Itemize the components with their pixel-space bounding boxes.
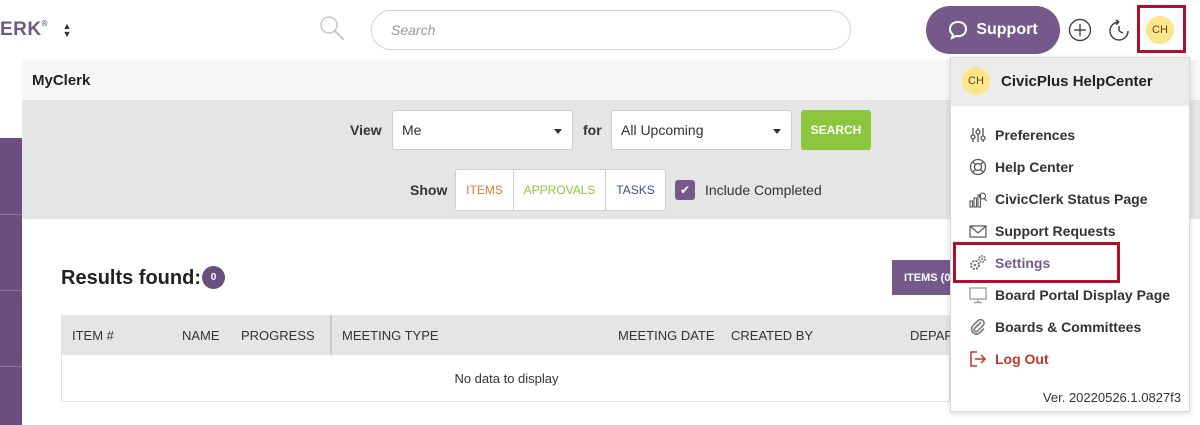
empty-state-text: No data to display	[454, 370, 559, 386]
for-select[interactable]: All Upcoming	[611, 110, 792, 150]
menu-item-log-out[interactable]: Log Out	[951, 345, 1189, 373]
paperclip-icon	[970, 318, 985, 335]
menu-item-boards-committees[interactable]: Boards & Committees	[951, 313, 1189, 341]
envelope-icon	[969, 225, 987, 238]
menu-item-label: Preferences	[995, 127, 1076, 143]
menu-user-header: CH CivicPlus HelpCenter	[951, 58, 1189, 106]
chat-bubble-icon	[949, 20, 968, 40]
settings-highlight-box	[953, 242, 1120, 283]
rail-divider	[0, 290, 22, 291]
menu-item-label: CivicClerk Status Page	[995, 191, 1148, 207]
column-item-number[interactable]: ITEM #	[72, 328, 114, 343]
lifebuoy-icon	[969, 158, 987, 176]
include-completed-label: Include Completed	[705, 182, 822, 198]
monitor-icon	[969, 287, 987, 304]
add-icon[interactable]	[1068, 18, 1092, 42]
for-label: for	[583, 122, 602, 138]
column-resize-handle[interactable]	[330, 315, 332, 355]
history-clock-icon[interactable]	[1106, 18, 1132, 44]
for-select-value: All Upcoming	[621, 122, 704, 138]
menu-item-support-requests[interactable]: Support Requests	[951, 217, 1189, 245]
rail-divider	[0, 214, 22, 215]
menu-item-label: Support Requests	[995, 223, 1116, 239]
view-select[interactable]: Me	[392, 110, 573, 150]
column-created-by[interactable]: CREATED BY	[731, 328, 813, 343]
show-items-toggle[interactable]: ITEMS	[456, 170, 514, 210]
caret-down-icon	[773, 129, 781, 134]
menu-item-label: Log Out	[995, 351, 1049, 367]
menu-user-name: CivicPlus HelpCenter	[1001, 73, 1153, 90]
include-completed-checkbox[interactable]: ✔	[675, 180, 695, 200]
menu-item-help-center[interactable]: Help Center	[951, 153, 1189, 181]
show-label: Show	[410, 182, 448, 198]
column-meeting-date[interactable]: MEETING DATE	[618, 328, 715, 343]
results-title: Results found:	[61, 267, 201, 289]
sliders-icon	[970, 128, 986, 142]
version-text: Ver. 20220526.1.0827f3	[1042, 390, 1181, 405]
view-label: View	[350, 122, 382, 138]
top-bar: ERK® ▲▼ Support CH	[0, 0, 1200, 60]
show-tasks-toggle[interactable]: TASKS	[606, 170, 665, 210]
menu-item-preferences[interactable]: Preferences	[951, 121, 1189, 149]
column-name[interactable]: NAME	[182, 328, 220, 343]
items-button[interactable]: ITEMS (0	[892, 260, 952, 295]
menu-item-label: Boards & Committees	[995, 319, 1142, 335]
logout-icon	[970, 351, 987, 367]
app-switcher-icon[interactable]: ▲ ▼	[62, 22, 72, 39]
caret-down-icon	[554, 129, 562, 134]
page-title: MyClerk	[32, 72, 91, 89]
menu-item-status-page[interactable]: CivicClerk Status Page	[951, 185, 1189, 213]
column-meeting-type[interactable]: MEETING TYPE	[342, 328, 439, 343]
menu-avatar: CH	[962, 67, 990, 95]
column-department[interactable]: DEPAR	[910, 328, 954, 343]
search-icon[interactable]	[318, 14, 346, 42]
user-dropdown-menu: CH CivicPlus HelpCenter Preferences Help…	[950, 57, 1190, 412]
user-avatar-button[interactable]: CH	[1146, 16, 1174, 44]
support-button[interactable]: Support	[926, 6, 1060, 54]
brand-logo[interactable]: ERK®	[0, 19, 48, 41]
column-progress[interactable]: PROGRESS	[241, 328, 315, 343]
menu-item-board-portal[interactable]: Board Portal Display Page	[951, 281, 1189, 309]
status-chart-icon	[969, 192, 987, 208]
menu-item-label: Help Center	[995, 159, 1074, 175]
rail-divider	[0, 366, 22, 367]
table-header: ITEM # NAME PROGRESS MEETING TYPE MEETIN…	[62, 315, 954, 355]
view-select-value: Me	[402, 122, 422, 138]
support-label: Support	[976, 21, 1038, 38]
global-search-input[interactable]	[371, 10, 851, 50]
left-nav-rail[interactable]	[0, 138, 22, 425]
show-toggle-group: ITEMS APPROVALS TASKS	[455, 169, 666, 211]
results-table: ITEM # NAME PROGRESS MEETING TYPE MEETIN…	[61, 315, 954, 402]
search-button[interactable]: SEARCH	[801, 110, 871, 150]
show-approvals-toggle[interactable]: APPROVALS	[514, 170, 606, 210]
menu-item-label: Board Portal Display Page	[995, 287, 1171, 303]
results-count-badge: 0	[202, 266, 225, 289]
